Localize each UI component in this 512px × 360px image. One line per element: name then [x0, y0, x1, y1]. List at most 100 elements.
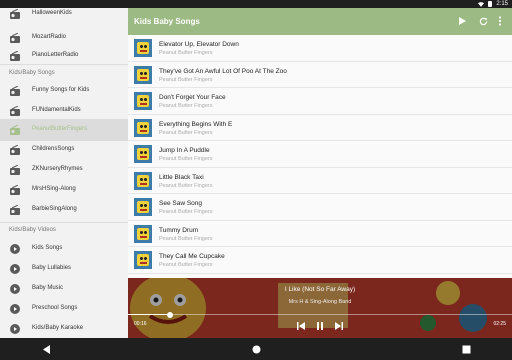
section-header-videos: Kids/Baby Videos: [9, 227, 56, 233]
seek-bar-thumb[interactable]: [167, 311, 174, 318]
song-artist: Peanut Butter Fingers: [159, 262, 213, 268]
song-title: Elevator Up, Elevator Down: [159, 41, 239, 48]
refresh-icon: [479, 17, 487, 25]
list-item[interactable]: See Saw Song Peanut Butter Fingers: [128, 194, 512, 221]
song-artist: Peanut Butter Fingers: [159, 182, 213, 189]
overflow-menu-button[interactable]: [494, 15, 506, 27]
song-artist: Peanut Butter Fingers: [159, 156, 213, 162]
song-list: Elevator Up, Elevator Down Peanut Butter…: [128, 35, 512, 278]
back-button[interactable]: [40, 343, 52, 355]
radio-icon: [10, 145, 20, 155]
song-artist: Peanut Butter Fingers: [159, 209, 213, 215]
status-bar: 2:15: [0, 0, 512, 8]
sidebar-item-barbiesingalong[interactable]: BarbieSingAlong: [0, 198, 128, 222]
sidebar-item-label: MrsHSing-Along: [32, 186, 76, 192]
album-thumbnail: [134, 251, 152, 269]
radio-icon: [10, 165, 20, 175]
total-time: 02:25: [493, 321, 506, 327]
album-thumbnail: [134, 198, 152, 216]
sidebar-item-label: BarbieSingAlong: [32, 206, 77, 212]
song-title: Everything Begins With E: [159, 120, 233, 128]
song-title: They've Got An Awful Lot Of Poo At The Z…: [159, 67, 287, 75]
album-thumbnail: [134, 118, 152, 137]
song-title: See Saw Song: [159, 200, 203, 207]
clock: 2:15: [496, 1, 508, 7]
play-circle-icon: [10, 244, 20, 254]
seek-bar[interactable]: [128, 314, 512, 315]
play-circle-icon: [10, 284, 20, 294]
sidebar-item-label: HalloweenKids: [32, 10, 72, 16]
sidebar-item-label: Baby Lullabies: [32, 265, 72, 271]
list-item[interactable]: They Call Me Cupcake Peanut Butter Finge…: [128, 247, 512, 274]
sidebar-item-label: ZKNurseryRhymes: [32, 166, 83, 172]
main-panel: Kids Baby Songs Elevator Up, Elevator Do…: [128, 8, 512, 278]
current-time: 00:16: [134, 321, 147, 327]
album-thumbnail: [134, 65, 152, 84]
sidebar-item-label: FUNdamentalKids: [32, 107, 81, 113]
now-playing-bar: I Like (Not So Far Away) Mrs H & Sing-Al…: [128, 278, 512, 338]
radio-icon: [10, 9, 20, 19]
sidebar-item-label: ChildrensSongs: [32, 146, 75, 152]
radio-icon: [10, 205, 20, 215]
album-thumbnail: [134, 224, 152, 243]
play-circle-icon: [10, 264, 20, 274]
sidebar-item-label: Kids/Baby Karaoke: [32, 325, 84, 331]
wifi-icon: [478, 1, 485, 7]
sidebar-item-kids-baby-karaoke[interactable]: Kids/Baby Karaoke: [0, 317, 128, 338]
previous-button[interactable]: [296, 321, 306, 331]
home-icon: [252, 345, 260, 353]
more-vert-icon: [498, 16, 502, 26]
radio-icon: [10, 106, 20, 116]
system-navigation-bar: [0, 338, 512, 360]
sidebar-item-halloweenkids[interactable]: HalloweenKids: [0, 8, 128, 26]
song-artist: Peanut Butter Fingers: [159, 50, 213, 56]
radio-icon: [10, 185, 20, 195]
seek-bar-fill: [128, 314, 171, 315]
pause-button[interactable]: [315, 321, 325, 331]
sidebar-item-label: Baby Music: [32, 285, 64, 291]
song-title: Tummy Drum: [159, 226, 199, 234]
back-icon: [42, 344, 50, 354]
song-title: They Call Me Cupcake: [159, 253, 225, 260]
page-title: Kids Baby Songs: [134, 17, 200, 26]
sidebar-item-label: Preschool Songs: [32, 305, 78, 311]
refresh-button[interactable]: [477, 15, 489, 27]
play-icon: [459, 17, 466, 25]
album-thumbnail: [134, 92, 152, 110]
song-artist: Peanut Butter Fingers: [159, 103, 213, 109]
song-artist: Peanut Butter Fingers: [159, 129, 213, 136]
sidebar-item-label: Funny Songs for Kids: [32, 87, 90, 93]
recents-button[interactable]: [460, 343, 472, 355]
list-item[interactable]: Elevator Up, Elevator Down Peanut Butter…: [128, 35, 512, 62]
divider: [0, 64, 128, 65]
list-item[interactable]: Don't Forget Your Face Peanut Butter Fin…: [128, 88, 512, 115]
sidebar-item-label: PeanutButterFingers: [32, 126, 88, 132]
play-circle-icon: [10, 304, 20, 314]
album-thumbnail: [134, 145, 152, 163]
now-playing-title: I Like (Not So Far Away): [284, 286, 356, 293]
album-thumbnail: [134, 39, 152, 57]
battery-icon: [488, 1, 493, 7]
play-circle-icon: [10, 324, 20, 334]
list-item[interactable]: Jump In A Puddle Peanut Butter Fingers: [128, 141, 512, 168]
album-thumbnail: [134, 171, 152, 190]
list-item[interactable]: They've Got An Awful Lot Of Poo At The Z…: [128, 62, 512, 88]
radio-icon: [10, 86, 20, 96]
pause-icon: [317, 322, 323, 330]
sidebar-item-label: MozartRadio: [32, 34, 67, 40]
skip-next-icon: [335, 322, 343, 330]
song-artist: Peanut Butter Fingers: [159, 235, 213, 242]
radio-icon: [10, 51, 20, 61]
play-all-button[interactable]: [456, 15, 468, 27]
skip-previous-icon: [297, 322, 305, 330]
song-title: Don't Forget Your Face: [159, 94, 226, 101]
list-item[interactable]: Tummy Drum Peanut Butter Fingers: [128, 221, 512, 247]
home-button[interactable]: [250, 343, 262, 355]
sidebar-item-label: PianoLetterRadio: [32, 52, 79, 58]
list-item[interactable]: Little Black Taxi Peanut Butter Fingers: [128, 168, 512, 194]
list-item[interactable]: Everything Begins With E Peanut Butter F…: [128, 115, 512, 141]
next-button[interactable]: [334, 321, 344, 331]
now-playing-artist: Mrs H & Sing-Along Band: [288, 299, 352, 305]
section-header-songs: Kids/Baby Songs: [9, 70, 55, 76]
song-title: Jump In A Puddle: [159, 147, 210, 154]
